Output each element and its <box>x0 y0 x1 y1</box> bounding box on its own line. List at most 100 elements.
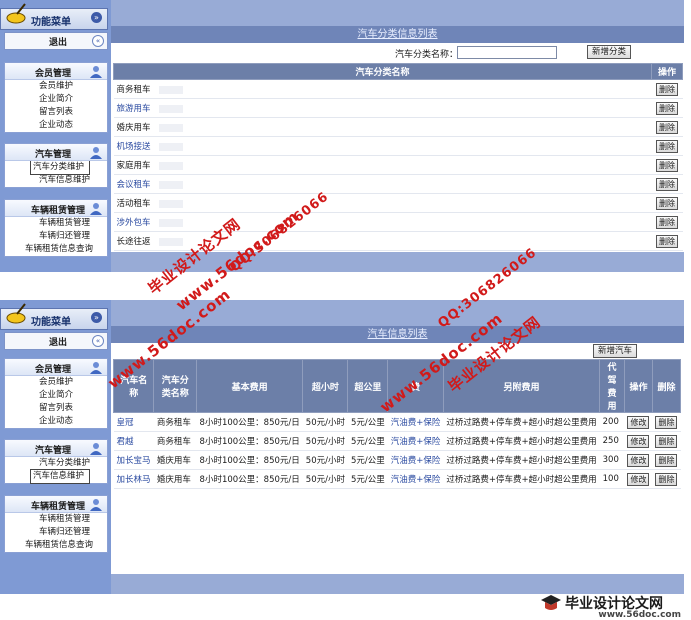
logout-button[interactable]: 退出 « <box>4 32 108 50</box>
delete-button[interactable]: 删除 <box>656 82 678 96</box>
delete-button[interactable]: 删除 <box>656 215 678 229</box>
edit-button[interactable]: 修改 <box>627 415 650 429</box>
add-category-button[interactable]: 新增分类 <box>587 45 632 59</box>
table-cell: 50元/小时 <box>302 412 348 432</box>
table-cell-blur <box>158 180 183 189</box>
delete-button[interactable]: 删除 <box>656 120 678 134</box>
table-cell: 汽油费+保险 <box>387 412 444 432</box>
footer-logo: 毕业设计论文网 www.56doc.com <box>537 594 685 620</box>
edit-button[interactable]: 修改 <box>627 453 650 467</box>
column-header: 汽车分类名称 <box>153 359 198 413</box>
delete-button[interactable]: 删除 <box>656 177 678 191</box>
page-title: 汽车信息列表 <box>367 329 428 340</box>
sidebar-item-messages[interactable]: 留言列表 <box>5 402 107 415</box>
delete-button[interactable]: 删除 <box>655 453 678 467</box>
sidebar-item-member[interactable]: 会员维护 <box>5 376 107 389</box>
table-cell: 250 <box>599 431 625 451</box>
table-row: 家庭用车 删除 <box>113 155 683 175</box>
table-row: 婚庆用车 删除 <box>113 117 683 137</box>
group-member: 会员管理 会员维护 企业简介 留言列表 企业动态 <box>4 358 108 429</box>
menu-toggle-icon[interactable]: » <box>91 12 102 23</box>
category-name: 婚庆用车 <box>116 123 151 133</box>
sidebar: 功能菜单 » 退出 « 会员管理 会员维护 企业简介 留言列表 企业动态 汽车管… <box>0 0 111 272</box>
delete-button[interactable]: 删除 <box>656 196 678 210</box>
table-cell: 5元/公里 <box>347 469 388 489</box>
category-name: 机场接送 <box>116 142 151 152</box>
table-cell: 300 <box>599 450 625 470</box>
table-cell: 加长林马 <box>113 469 154 489</box>
group-member: 会员管理 会员维护 企业简介 留言列表 企业动态 <box>4 62 108 133</box>
table-row: 旅游用车 删除 <box>113 98 683 118</box>
delete-button[interactable]: 删除 <box>656 158 678 172</box>
table-cell: 汽油费+保险 <box>387 469 444 489</box>
delete-button[interactable]: 删除 <box>656 234 678 248</box>
sidebar-item-rental[interactable]: 车辆租赁管理 <box>5 217 107 230</box>
table-cell: 50元/小时 <box>302 431 348 451</box>
page-title-bar: 汽车分类信息列表 <box>111 26 684 43</box>
sidebar-item-car-category[interactable]: 汽车分类维护 <box>5 457 107 470</box>
column-header: 操作 <box>623 359 653 413</box>
sidebar-item-intro[interactable]: 企业简介 <box>5 93 107 106</box>
table-row: 涉外包车 删除 <box>113 212 683 232</box>
group-header[interactable]: 会员管理 <box>5 63 107 80</box>
menu-title: 功能菜单 <box>31 317 71 328</box>
graduation-cap-icon <box>541 595 561 610</box>
sidebar-item-car-info[interactable]: 汽车信息维护 <box>5 174 107 187</box>
table-cell: 200 <box>599 412 625 432</box>
delete-button[interactable]: 删除 <box>656 101 678 115</box>
group-title: 会员管理 <box>35 365 72 375</box>
group-header[interactable]: 汽车管理 <box>5 440 107 457</box>
menu-toggle-icon[interactable]: » <box>91 312 102 323</box>
sidebar-item-return[interactable]: 车辆归还管理 <box>5 526 107 539</box>
sidebar-item-rental[interactable]: 车辆租赁管理 <box>5 513 107 526</box>
table-cell-blur <box>158 104 183 113</box>
delete-button[interactable]: 删除 <box>655 434 678 448</box>
column-header: 操作 <box>651 63 683 80</box>
search-input[interactable] <box>457 46 557 59</box>
sidebar-item-rental-query[interactable]: 车辆租赁信息查询 <box>5 243 107 256</box>
table-row: 加长宝马 婚庆用车 8小时100公里：850元/日 50元/小时 5元/公里 汽油费+保险… <box>113 450 681 470</box>
table-cell: 50元/小时 <box>302 469 348 489</box>
logout-label: 退出 <box>49 338 68 348</box>
table-cell-blur <box>158 199 183 208</box>
table-cell: 汽油费+保险 <box>387 450 444 470</box>
table-cell: 5元/公里 <box>347 412 388 432</box>
sidebar-item-return[interactable]: 车辆归还管理 <box>5 230 107 243</box>
group-header[interactable]: 车辆租赁管理 <box>5 200 107 217</box>
delete-button[interactable]: 删除 <box>655 415 678 429</box>
user-icon <box>90 66 102 78</box>
table-row: 会议租车 删除 <box>113 174 683 194</box>
sidebar-item-news[interactable]: 企业动态 <box>5 415 107 428</box>
logout-button[interactable]: 退出 « <box>4 332 108 350</box>
group-car: 汽车管理 汽车分类维护 汽车信息维护 <box>4 143 108 188</box>
delete-button[interactable]: 删除 <box>656 139 678 153</box>
collapse-icon[interactable]: « <box>92 335 104 347</box>
sidebar-item-car-category[interactable]: 汽车分类维护 <box>30 160 90 175</box>
sidebar-item-messages[interactable]: 留言列表 <box>5 106 107 119</box>
delete-button[interactable]: 删除 <box>655 472 678 486</box>
table-cell: 皇冠 <box>113 412 154 432</box>
group-rental: 车辆租赁管理 车辆租赁管理 车辆归还管理 车辆租赁信息查询 <box>4 495 108 553</box>
table-cell-blur <box>158 123 183 132</box>
edit-button[interactable]: 修改 <box>627 434 650 448</box>
sidebar-item-car-info[interactable]: 汽车信息维护 <box>30 469 90 484</box>
table-cell-blur <box>158 85 183 94</box>
sidebar-item-rental-query[interactable]: 车辆租赁信息查询 <box>5 539 107 552</box>
group-header[interactable]: 车辆租赁管理 <box>5 496 107 513</box>
sidebar-item-intro[interactable]: 企业简介 <box>5 389 107 402</box>
group-title: 汽车管理 <box>35 150 72 160</box>
page-title: 汽车分类信息列表 <box>357 29 438 40</box>
sidebar-item-news[interactable]: 企业动态 <box>5 119 107 132</box>
sidebar-item-member[interactable]: 会员维护 <box>5 80 107 93</box>
table-cell: 汽油费+保险 <box>387 431 444 451</box>
menu-title: 功能菜单 <box>31 17 71 28</box>
group-header[interactable]: 会员管理 <box>5 359 107 376</box>
edit-button[interactable]: 修改 <box>627 472 650 486</box>
group-header[interactable]: 汽车管理 <box>5 144 107 161</box>
column-header: 基本费用 <box>196 359 304 413</box>
main-content: 汽车分类信息列表 汽车分类名称： 新增分类 汽车分类名称 操作 商务租车 删除 旅游… <box>111 0 684 272</box>
collapse-icon[interactable]: « <box>92 35 104 47</box>
table-cell: 商务租车 <box>153 412 197 432</box>
table-cell: 8小时100公里：850元/日 <box>196 431 303 451</box>
add-car-button[interactable]: 新增汽车 <box>593 344 638 358</box>
